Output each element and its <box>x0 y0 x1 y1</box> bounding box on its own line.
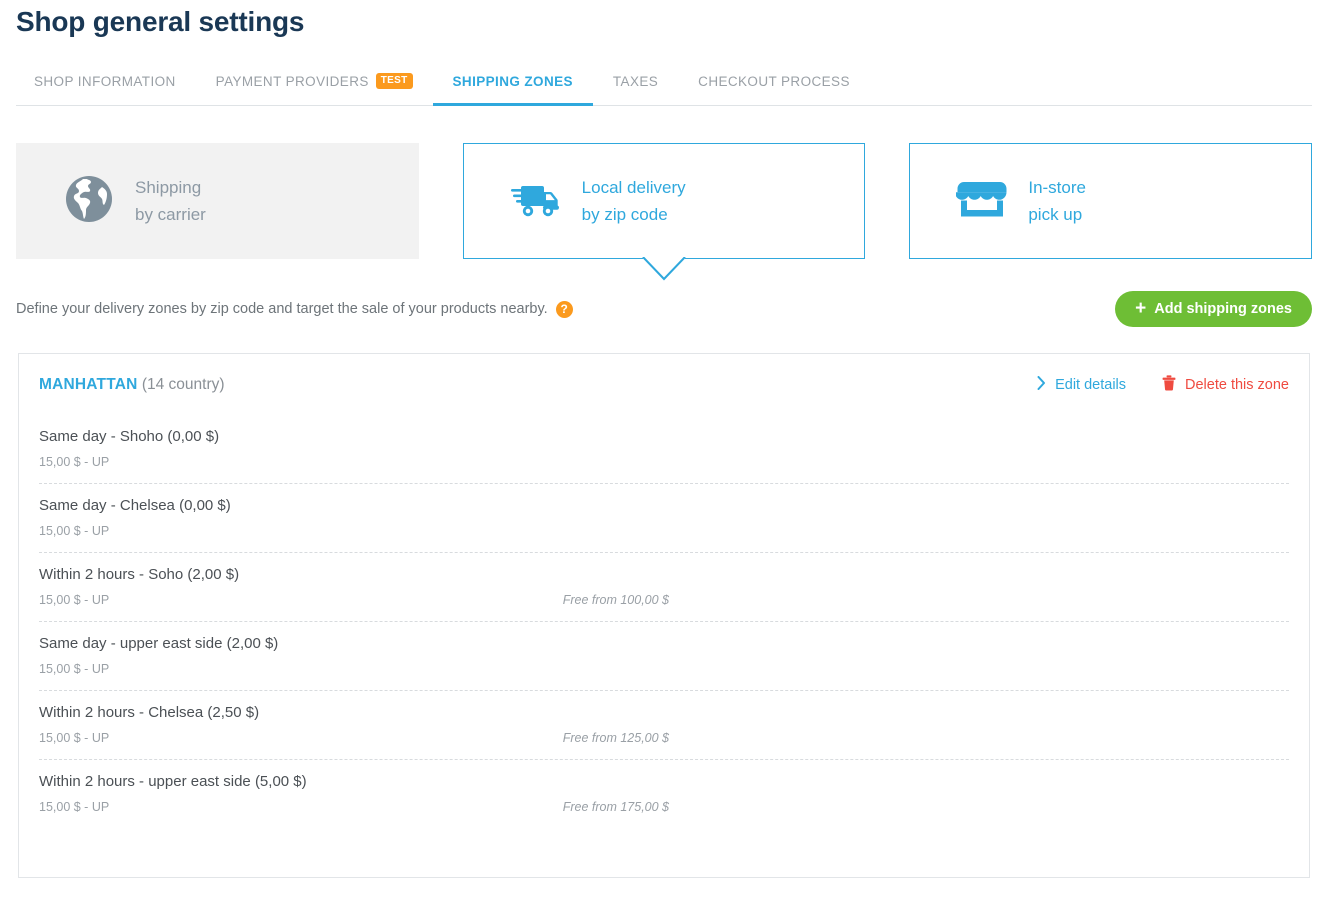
delivery-option-range: 15,00 $ - UP <box>39 800 109 814</box>
delivery-option-row[interactable]: Same day - upper east side (2,00 $) 15,00… <box>39 621 1289 690</box>
add-shipping-zones-button[interactable]: + Add shipping zones <box>1115 291 1312 327</box>
add-shipping-zones-label: Add shipping zones <box>1154 301 1292 317</box>
tab-checkout-process[interactable]: CHECKOUT PROCESS <box>678 58 870 105</box>
delivery-option-title: Same day - Shoho (0,00 $) <box>39 428 669 445</box>
settings-tabbar: SHOP INFORMATION PAYMENT PROVIDERS TEST SHI… <box>16 58 1312 106</box>
delivery-option-title: Within 2 hours - Chelsea (2,50 $) <box>39 704 669 721</box>
tab-label: PAYMENT PROVIDERS <box>216 74 369 89</box>
tab-payment-providers[interactable]: PAYMENT PROVIDERS TEST <box>196 58 433 105</box>
delivery-option-meta: 15,00 $ - UP Free from 125,00 $ <box>39 731 669 745</box>
delivery-option-title: Same day - Chelsea (0,00 $) <box>39 497 669 514</box>
storefront-icon <box>956 173 1008 230</box>
shipping-zones-subheader: Define your delivery zones by zip code a… <box>16 289 1312 329</box>
delivery-option-meta: 15,00 $ - UP <box>39 455 669 469</box>
delivery-option-free-threshold: Free from 125,00 $ <box>563 731 669 745</box>
delivery-option-free-threshold: Free from 175,00 $ <box>563 800 669 814</box>
shipping-method-cards: Shippingby carrier Local deliveryby zip c… <box>16 143 1312 259</box>
tab-label: SHOP INFORMATION <box>34 74 176 89</box>
delivery-option-row[interactable]: Within 2 hours - Chelsea (2,50 $) 15,00 $… <box>39 690 1289 759</box>
tab-shop-information[interactable]: SHOP INFORMATION <box>16 58 196 105</box>
description-text: Define your delivery zones by zip code a… <box>16 301 548 317</box>
delivery-option-free-threshold: Free from 100,00 $ <box>563 593 669 607</box>
shipping-method-card-delivery-truck[interactable]: Local deliveryby zip code <box>463 143 866 259</box>
delivery-option-title: Within 2 hours - upper east side (5,00 $… <box>39 773 669 790</box>
delivery-option-range: 15,00 $ - UP <box>39 524 109 538</box>
shipping-method-line1: In-store <box>1028 174 1086 201</box>
delete-zone-label: Delete this zone <box>1185 377 1289 393</box>
shipping-zone-panel: MANHATTAN (14 country) Edit details <box>18 353 1310 878</box>
delivery-option-content: Same day - Shoho (0,00 $) 15,00 $ - UP <box>39 417 669 483</box>
tab-label: CHECKOUT PROCESS <box>698 74 850 89</box>
shipping-method-card-storefront[interactable]: In-storepick up <box>909 143 1312 259</box>
delivery-option-range: 15,00 $ - UP <box>39 455 109 469</box>
tab-taxes[interactable]: TAXES <box>593 58 678 105</box>
delivery-option-range: 15,00 $ - UP <box>39 593 109 607</box>
tab-badge: TEST <box>376 73 413 89</box>
zone-name[interactable]: MANHATTAN <box>39 376 138 393</box>
delivery-option-meta: 15,00 $ - UP Free from 100,00 $ <box>39 593 669 607</box>
chevron-right-icon <box>1037 376 1046 394</box>
delivery-option-meta: 15,00 $ - UP <box>39 524 669 538</box>
delivery-option-range: 15,00 $ - UP <box>39 731 109 745</box>
delivery-truck-icon <box>510 173 562 230</box>
zone-actions: Edit details Delete this zone <box>1037 375 1289 395</box>
shipping-method-card-globe[interactable]: Shippingby carrier <box>16 143 419 259</box>
edit-details-button[interactable]: Edit details <box>1037 376 1126 394</box>
shipping-method-line1: Shipping <box>135 174 206 201</box>
delivery-option-row[interactable]: Same day - Shoho (0,00 $) 15,00 $ - UP <box>39 415 1289 483</box>
globe-icon <box>63 173 115 230</box>
zone-title: MANHATTAN (14 country) <box>39 376 225 394</box>
shipping-method-line1: Local delivery <box>582 174 686 201</box>
question-mark-icon[interactable]: ? <box>556 301 573 318</box>
delivery-option-content: Same day - Chelsea (0,00 $) 15,00 $ - UP <box>39 486 669 552</box>
delivery-option-content: Within 2 hours - upper east side (5,00 $… <box>39 762 669 828</box>
shipping-zones-description: Define your delivery zones by zip code a… <box>16 301 573 318</box>
delete-zone-button[interactable]: Delete this zone <box>1162 375 1289 395</box>
shipping-method-line2: pick up <box>1028 201 1086 228</box>
plus-icon: + <box>1135 299 1146 318</box>
shipping-method-line2: by zip code <box>582 201 686 228</box>
delivery-option-meta: 15,00 $ - UP Free from 175,00 $ <box>39 800 669 814</box>
tab-shipping-zones[interactable]: SHIPPING ZONES <box>433 58 593 105</box>
edit-details-label: Edit details <box>1055 377 1126 393</box>
selected-pointer-icon <box>642 257 686 281</box>
tab-label: SHIPPING ZONES <box>453 74 573 89</box>
delivery-option-meta: 15,00 $ - UP <box>39 662 669 676</box>
zone-country-count: (14 country) <box>142 376 225 393</box>
tab-label: TAXES <box>613 74 658 89</box>
delivery-option-row[interactable]: Within 2 hours - Soho (2,00 $) 15,00 $ - … <box>39 552 1289 621</box>
zone-delivery-rows: Same day - Shoho (0,00 $)15,00 $ - UPSam… <box>19 415 1309 828</box>
zone-header: MANHATTAN (14 country) Edit details <box>19 354 1309 415</box>
trash-icon <box>1162 375 1176 395</box>
shipping-method-label: Shippingby carrier <box>135 174 206 228</box>
delivery-option-title: Within 2 hours - Soho (2,00 $) <box>39 566 669 583</box>
delivery-option-range: 15,00 $ - UP <box>39 662 109 676</box>
page-title: Shop general settings <box>16 6 304 38</box>
delivery-option-content: Same day - upper east side (2,00 $) 15,00… <box>39 624 669 690</box>
delivery-option-row[interactable]: Within 2 hours - upper east side (5,00 $… <box>39 759 1289 828</box>
delivery-option-content: Within 2 hours - Chelsea (2,50 $) 15,00 $… <box>39 693 669 759</box>
shipping-method-line2: by carrier <box>135 201 206 228</box>
shipping-method-label: In-storepick up <box>1028 174 1086 228</box>
shipping-method-label: Local deliveryby zip code <box>582 174 686 228</box>
delivery-option-row[interactable]: Same day - Chelsea (0,00 $) 15,00 $ - UP <box>39 483 1289 552</box>
delivery-option-content: Within 2 hours - Soho (2,00 $) 15,00 $ - … <box>39 555 669 621</box>
delivery-option-title: Same day - upper east side (2,00 $) <box>39 635 669 652</box>
shop-settings-page: Shop general settings SHOP INFORMATION PA… <box>0 0 1328 910</box>
